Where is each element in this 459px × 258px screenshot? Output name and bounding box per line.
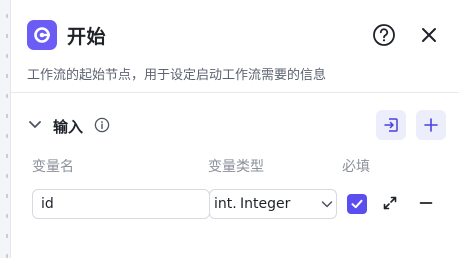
start-node-icon [27,20,57,50]
remove-variable-icon[interactable] [417,194,435,212]
add-variable-button[interactable] [416,110,446,140]
panel-title: 开始 [67,26,107,48]
close-icon[interactable] [416,22,442,48]
required-checkbox[interactable] [347,194,367,214]
check-icon [351,199,363,209]
help-circle-icon[interactable] [371,22,397,48]
inputs-section-title: 输入 [53,118,84,136]
import-variables-button[interactable] [376,110,406,140]
column-header-required: 必填 [342,159,370,175]
panel-description: 工作流的起始节点，用于设定启动工作流需要的信息 [27,68,327,83]
start-node-panel: 开始 工作流的起始节点，用于设定启动工作流需要的信息 输入 变量名 变量类型 必… [10,0,459,258]
chevron-down-icon[interactable] [27,116,43,132]
column-header-name: 变量名 [32,159,74,175]
divider [11,92,459,93]
info-icon[interactable] [94,117,110,133]
canvas-grid-background [0,0,10,258]
column-header-type: 变量类型 [208,159,264,175]
plus-icon [424,118,438,132]
variable-type-select[interactable]: int. Integer [209,189,337,219]
import-icon [384,118,398,132]
variable-type-label: Integer [240,196,291,212]
expand-icon[interactable] [381,194,399,212]
chevron-down-icon [321,201,333,208]
variable-name-input[interactable]: id [32,189,210,219]
integer-type-icon: int. [214,196,237,212]
